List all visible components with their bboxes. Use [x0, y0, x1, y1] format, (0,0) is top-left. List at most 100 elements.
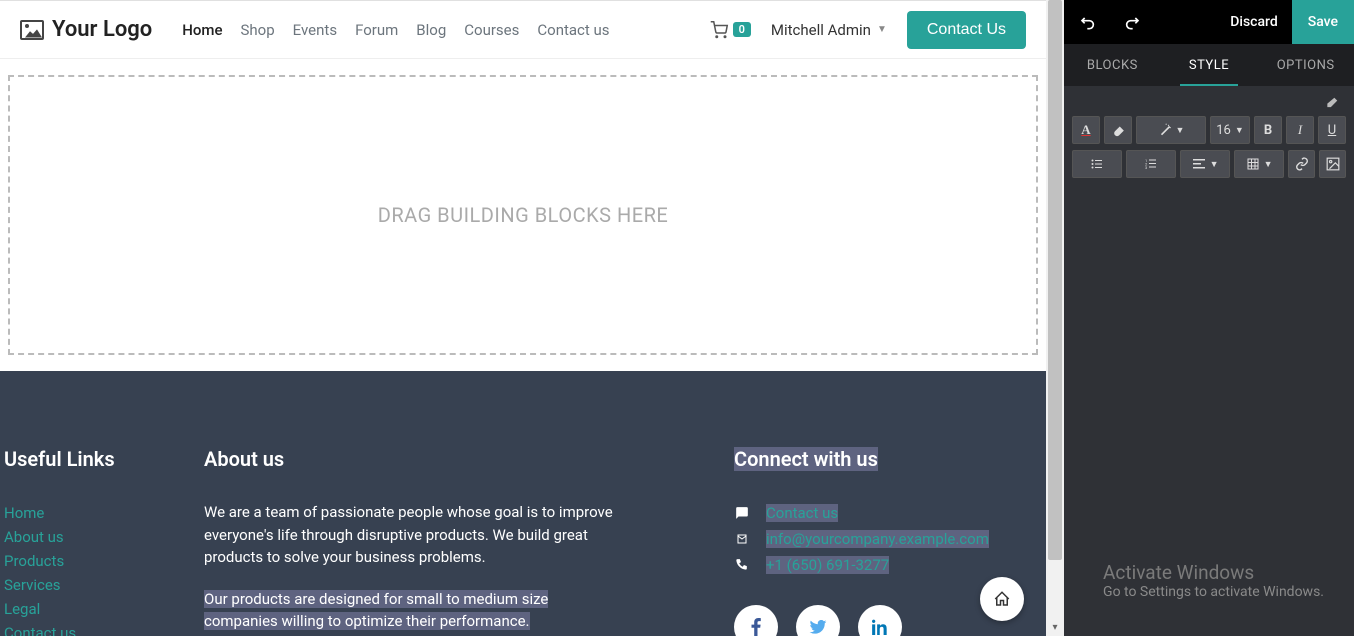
- logo-text: Your Logo: [52, 17, 152, 42]
- animation-dropdown[interactable]: ▼: [1136, 116, 1206, 144]
- footer-email-link[interactable]: info@yourcompany.example.com: [766, 527, 989, 551]
- footer-link-about[interactable]: About us: [4, 525, 164, 549]
- image-insert-icon: [1326, 157, 1340, 171]
- about-title: About us: [204, 447, 624, 471]
- user-menu[interactable]: Mitchell Admin ▼: [771, 21, 887, 39]
- footer-phone-link[interactable]: +1 (650) 691-3277: [766, 553, 889, 577]
- chat-icon: [734, 506, 752, 520]
- footer-link-contact[interactable]: Contact us: [4, 621, 164, 636]
- underline-icon: U: [1328, 123, 1336, 138]
- redo-icon: [1124, 14, 1140, 30]
- user-name: Mitchell Admin: [771, 21, 871, 39]
- footer-link-products[interactable]: Products: [4, 549, 164, 573]
- scrollbar-down-button[interactable]: ▾: [1046, 618, 1064, 636]
- tab-style[interactable]: STYLE: [1161, 44, 1258, 86]
- svg-text:3: 3: [1145, 165, 1147, 170]
- twitter-button[interactable]: [796, 605, 840, 636]
- facebook-button[interactable]: [734, 605, 778, 636]
- cart-button[interactable]: 0: [709, 21, 751, 39]
- text-color-button[interactable]: A: [1072, 116, 1100, 144]
- linkedin-button[interactable]: [858, 605, 902, 636]
- envelope-icon: [734, 533, 752, 545]
- text-toolbar-row-1: A ▼ 16▼ B I U: [1072, 116, 1346, 144]
- page-footer: Useful Links Home About us Products Serv…: [0, 371, 1046, 636]
- editor-topbar: Discard Save: [1064, 0, 1354, 44]
- dropzone-placeholder: DRAG BUILDING BLOCKS HERE: [378, 203, 669, 227]
- nav-events[interactable]: Events: [293, 21, 337, 39]
- italic-icon: I: [1298, 122, 1302, 138]
- discard-button[interactable]: Discard: [1216, 14, 1291, 30]
- underline-button[interactable]: U: [1318, 116, 1346, 144]
- editor-body: A ▼ 16▼ B I U 123 ▼ ▼: [1064, 86, 1354, 636]
- text-color-icon: A: [1081, 122, 1090, 138]
- contact-row-chat: Contact us: [734, 501, 1034, 525]
- italic-button[interactable]: I: [1286, 116, 1314, 144]
- text-toolbar-row-2: 123 ▼ ▼: [1072, 150, 1346, 178]
- scrollbar-thumb[interactable]: [1048, 0, 1062, 560]
- table-dropdown[interactable]: ▼: [1234, 150, 1284, 178]
- redo-button[interactable]: [1116, 6, 1148, 38]
- useful-links-title: Useful Links: [4, 447, 164, 471]
- undo-icon: [1080, 14, 1096, 30]
- cart-icon: [709, 21, 729, 39]
- undo-button[interactable]: [1072, 6, 1104, 38]
- nav-right: 0 Mitchell Admin ▼ Contact Us: [709, 11, 1026, 49]
- paint-icon: [1111, 123, 1125, 137]
- image-button[interactable]: [1319, 150, 1346, 178]
- chevron-down-icon: ▼: [877, 24, 887, 35]
- eraser-icon: [1324, 96, 1340, 110]
- footer-about: About us We are a team of passionate peo…: [204, 447, 624, 636]
- align-dropdown[interactable]: ▼: [1180, 150, 1230, 178]
- home-icon: [993, 590, 1011, 608]
- nav-blog[interactable]: Blog: [416, 21, 446, 39]
- wand-icon: [1158, 123, 1172, 137]
- contact-row-phone: +1 (650) 691-3277: [734, 553, 1034, 577]
- ul-icon: [1089, 158, 1105, 170]
- footer-link-services[interactable]: Services: [4, 573, 164, 597]
- linkedin-icon: [872, 619, 888, 635]
- contact-us-button[interactable]: Contact Us: [907, 11, 1026, 49]
- nav-courses[interactable]: Courses: [464, 21, 519, 39]
- tab-blocks[interactable]: BLOCKS: [1064, 44, 1161, 86]
- twitter-icon: [809, 620, 827, 634]
- building-blocks-dropzone[interactable]: DRAG BUILDING BLOCKS HERE: [8, 75, 1038, 355]
- editor-tabs: BLOCKS STYLE OPTIONS: [1064, 44, 1354, 86]
- connect-title-selected[interactable]: Connect with us: [734, 447, 878, 471]
- nav-forum[interactable]: Forum: [355, 21, 398, 39]
- footer-link-legal[interactable]: Legal: [4, 597, 164, 621]
- ordered-list-button[interactable]: 123: [1126, 150, 1176, 178]
- bold-button[interactable]: B: [1254, 116, 1282, 144]
- link-icon: [1295, 157, 1309, 171]
- unordered-list-button[interactable]: [1072, 150, 1122, 178]
- font-size-value: 16: [1216, 123, 1231, 138]
- nav-links: Home Shop Events Forum Blog Courses Cont…: [182, 21, 609, 39]
- font-size-dropdown[interactable]: 16▼: [1210, 116, 1250, 144]
- footer-link-home[interactable]: Home: [4, 501, 164, 525]
- website-preview: Your Logo Home Shop Events Forum Blog Co…: [0, 0, 1046, 636]
- contact-row-email: info@yourcompany.example.com: [734, 527, 1034, 551]
- tab-options[interactable]: OPTIONS: [1257, 44, 1354, 86]
- chevron-down-icon: ▼: [1264, 159, 1273, 170]
- site-logo[interactable]: Your Logo: [20, 17, 152, 42]
- nav-home[interactable]: Home: [182, 21, 222, 39]
- clear-format-button[interactable]: [1324, 96, 1340, 110]
- preview-scrollbar[interactable]: ▾: [1046, 0, 1064, 636]
- phone-icon: [734, 558, 752, 572]
- table-icon: [1246, 158, 1260, 170]
- connect-title: Connect with us: [734, 447, 1034, 471]
- scroll-top-button[interactable]: [980, 577, 1024, 621]
- nav-shop[interactable]: Shop: [241, 21, 275, 39]
- about-p2-selected[interactable]: Our products are designed for small to m…: [204, 590, 548, 631]
- bg-color-button[interactable]: [1104, 116, 1132, 144]
- footer-useful-links: Useful Links Home About us Products Serv…: [4, 447, 164, 636]
- top-navbar: Your Logo Home Shop Events Forum Blog Co…: [0, 1, 1046, 59]
- ol-icon: 123: [1143, 158, 1159, 170]
- nav-contact[interactable]: Contact us: [537, 21, 609, 39]
- facebook-icon: [751, 618, 761, 636]
- footer-contact-link[interactable]: Contact us: [766, 501, 838, 525]
- about-paragraph-2: Our products are designed for small to m…: [204, 588, 624, 633]
- chevron-down-icon: ▼: [1176, 125, 1185, 136]
- cart-count-badge: 0: [733, 22, 751, 37]
- save-button[interactable]: Save: [1292, 0, 1354, 44]
- link-button[interactable]: [1288, 150, 1315, 178]
